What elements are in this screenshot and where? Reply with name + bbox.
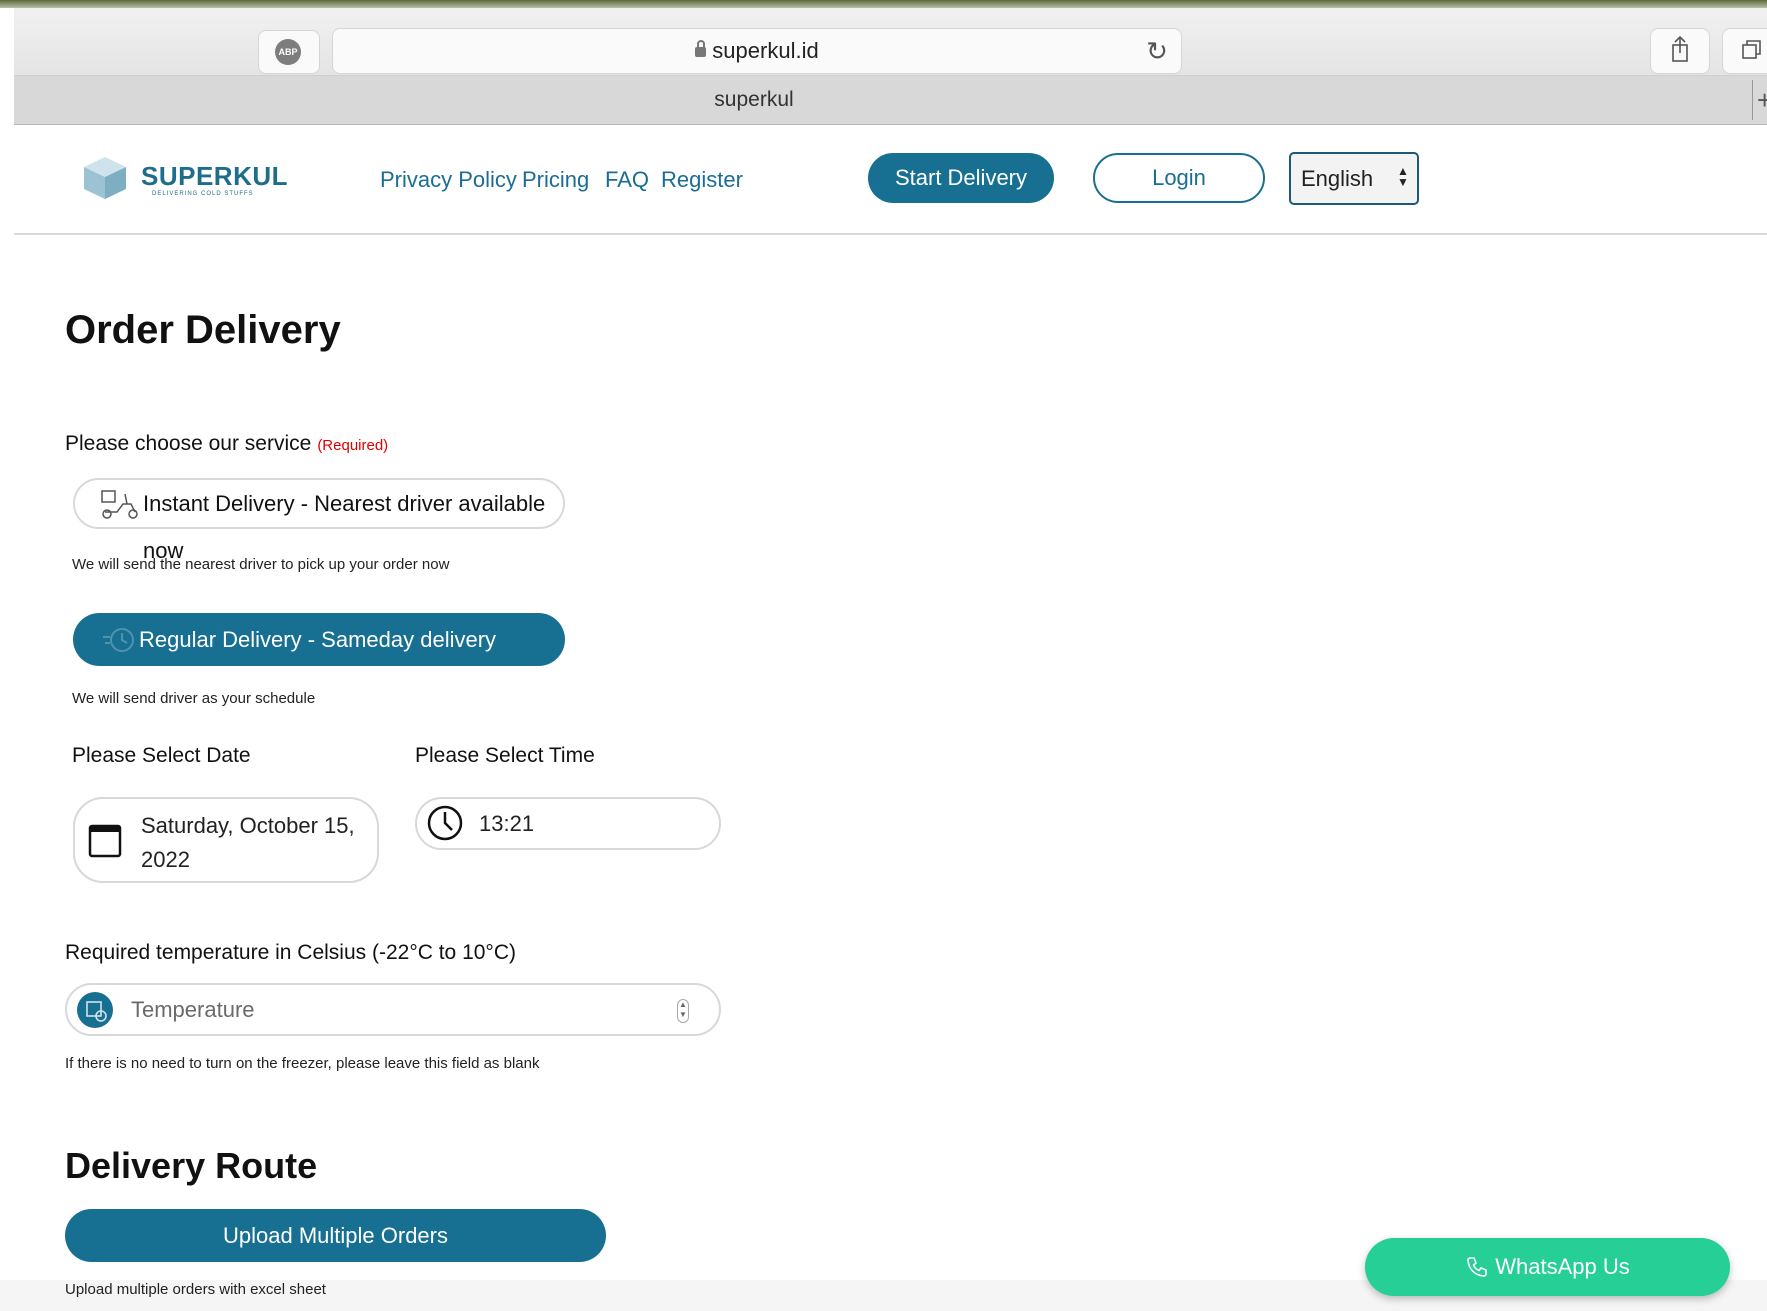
logo-wordmark[interactable]: SUPERKUL <box>141 161 288 192</box>
tabs-overview-button[interactable] <box>1722 28 1767 74</box>
share-icon <box>1672 35 1688 62</box>
clock-fast-icon <box>103 628 134 652</box>
time-value: 13:21 <box>479 811 535 836</box>
required-tag: (Required) <box>317 437 389 454</box>
temperature-label: Required temperature in Celsius (-22°C t… <box>65 941 516 964</box>
whatsapp-button[interactable]: WhatsApp Us <box>1365 1238 1730 1296</box>
thermo-box-icon <box>77 992 113 1028</box>
tab-bar: superkul + <box>14 76 1767 125</box>
nav-faq[interactable]: FAQ <box>605 167 649 193</box>
regular-delivery-label: Regular Delivery - Sameday delivery <box>139 627 497 652</box>
start-delivery-button[interactable]: Start Delivery <box>868 153 1054 203</box>
date-label: Please Select Date <box>72 744 251 767</box>
select-arrows-icon: ▲ ▼ <box>1397 164 1409 189</box>
tab-superkul[interactable]: superkul <box>14 76 1494 124</box>
phone-icon <box>1467 1257 1488 1277</box>
regular-delivery-helper: We will send driver as your schedule <box>72 690 316 707</box>
calendar-icon <box>88 824 122 858</box>
date-picker[interactable]: Saturday, October 15, 2022 <box>73 797 379 883</box>
logo-tagline: DELIVERING COLD STUFFS <box>152 191 254 197</box>
abp-icon: ABP <box>275 39 301 65</box>
temperature-helper: If there is no need to turn on the freez… <box>65 1055 540 1072</box>
new-tab-button[interactable]: + <box>1752 80 1767 120</box>
service-label-row: Please choose our service (Required) <box>65 432 388 456</box>
browser-toolbar: ABP superkul.id ↻ <box>14 8 1767 76</box>
url-text: superkul.id <box>712 38 819 63</box>
nav-register[interactable]: Register <box>661 167 743 193</box>
delivery-route-title: Delivery Route <box>65 1145 318 1186</box>
site-header: SUPERKUL DELIVERING COLD STUFFS Privacy … <box>14 125 1767 235</box>
superkul-logo-icon[interactable] <box>82 155 128 201</box>
address-text-wrap: superkul.id <box>333 29 1181 73</box>
temperature-input[interactable] <box>129 991 653 1029</box>
instant-delivery-helper: We will send the nearest driver to pick … <box>72 556 450 573</box>
language-select[interactable]: English ▲ ▼ <box>1289 152 1419 205</box>
instant-delivery-option[interactable]: Instant Delivery - Nearest driver availa… <box>73 478 565 563</box>
window-top-edge <box>0 0 1767 8</box>
time-label: Please Select Time <box>415 744 595 767</box>
language-value: English <box>1301 166 1374 191</box>
whatsapp-label: WhatsApp Us <box>1495 1254 1630 1279</box>
upload-helper: Upload multiple orders with excel sheet <box>65 1281 326 1298</box>
nav-pricing[interactable]: Pricing <box>522 167 589 193</box>
temperature-field[interactable]: ▲▼ <box>65 983 721 1036</box>
time-picker[interactable]: 13:21 <box>415 797 721 850</box>
address-bar[interactable]: superkul.id ↻ <box>332 28 1182 74</box>
clock-icon <box>427 805 463 841</box>
scooter-icon <box>101 490 138 519</box>
reload-icon[interactable]: ↻ <box>1143 37 1171 65</box>
tabs-icon <box>1742 40 1761 59</box>
upload-multiple-orders-button[interactable]: Upload Multiple Orders <box>65 1209 606 1262</box>
regular-delivery-option[interactable]: Regular Delivery - Sameday delivery <box>73 613 565 666</box>
date-value: Saturday, October 15, 2022 <box>141 813 355 872</box>
service-label: Please choose our service <box>65 432 312 455</box>
lock-icon <box>695 40 707 57</box>
page-title: Order Delivery <box>65 308 341 352</box>
share-button[interactable] <box>1650 28 1710 74</box>
nav-privacy-policy[interactable]: Privacy Policy <box>380 167 517 193</box>
stepper-arrows-icon[interactable]: ▲ ▼ <box>677 999 689 1023</box>
login-button[interactable]: Login <box>1093 153 1265 203</box>
adblock-button[interactable]: ABP <box>258 30 320 74</box>
